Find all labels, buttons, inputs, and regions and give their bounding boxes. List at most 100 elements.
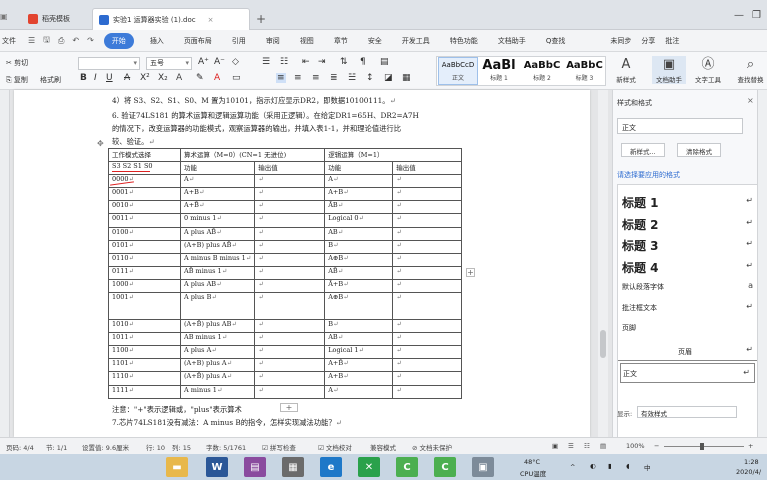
table-cell[interactable]: B↵	[324, 319, 394, 334]
shrink-font-icon[interactable]: A⁻	[214, 57, 225, 67]
web-layout-icon[interactable]: ☰	[568, 442, 574, 450]
doc-helper-button[interactable]: ▣ 文档助手	[652, 56, 686, 84]
table-cell[interactable]: A↵	[179, 174, 256, 189]
volume-icon[interactable]: ◖	[626, 462, 629, 470]
table-cell[interactable]: S3 S2 S1 S0	[108, 161, 181, 176]
table-cell[interactable]: 功能	[324, 161, 394, 176]
tab-document[interactable]: 实验1 运算器实验 (1).doc ×	[92, 8, 250, 30]
zoom-level[interactable]: 100%	[626, 442, 645, 450]
page-indicator[interactable]: 页码: 4/4	[6, 442, 34, 452]
bullets-icon[interactable]: ☰	[262, 57, 270, 67]
style-list-item[interactable]: 标题 2 ↵	[618, 213, 757, 233]
table-cell[interactable]: ↵	[392, 174, 463, 189]
table-cell[interactable]: ↵	[254, 226, 326, 241]
table-cell[interactable]: B↵	[324, 239, 394, 254]
table-cell[interactable]: 0110↵	[108, 252, 181, 267]
table-cell[interactable]: ↵	[392, 200, 463, 215]
zoom-in-icon[interactable]: +	[748, 442, 753, 450]
table-cell[interactable]: 0001↵	[108, 187, 181, 202]
print-icon[interactable]: ⎙	[54, 36, 68, 46]
table-cell[interactable]: ↵	[392, 278, 463, 294]
tray-expand-icon[interactable]: ^	[570, 463, 575, 471]
file-menu[interactable]: 文件	[0, 36, 24, 46]
table-cell[interactable]: A↵	[324, 174, 394, 189]
table-cell[interactable]: ↵	[392, 252, 463, 267]
text-tools-button[interactable]: Ⓐ 文字工具	[690, 56, 726, 84]
table-cell[interactable]: Logical 0↵	[324, 213, 394, 228]
internet-explorer-icon[interactable]: e	[320, 457, 342, 477]
table-cell[interactable]: ↵	[254, 187, 326, 202]
distributed-icon[interactable]: ☱	[348, 73, 356, 83]
table-cell[interactable]: 1010↵	[108, 319, 181, 334]
format-painter-button[interactable]: 格式刷	[40, 75, 61, 85]
zoom-slider[interactable]	[664, 446, 744, 447]
table-cell[interactable]: ↵	[254, 384, 326, 399]
table-cell[interactable]: 算术运算（M=0）(CN=1 无进位)	[179, 147, 326, 163]
comment-button[interactable]: 批注	[660, 36, 684, 46]
table-cell[interactable]: 1100↵	[108, 345, 181, 360]
table-cell[interactable]: A⊕B↵	[324, 292, 394, 321]
table-cell[interactable]: AB↵	[324, 332, 394, 347]
redo-icon[interactable]: ↷	[83, 36, 98, 45]
table-cell[interactable]: ↵	[254, 319, 326, 334]
green-app-icon-2[interactable]: C	[434, 457, 456, 477]
table-cell[interactable]: 输出值	[392, 161, 463, 176]
table-cell[interactable]: 0100↵	[108, 226, 181, 241]
undo-icon[interactable]: ↶	[68, 36, 83, 45]
menu-developer[interactable]: 开发工具	[392, 36, 440, 46]
table-cell[interactable]: 1000↵	[108, 278, 181, 294]
table-cell[interactable]: (A+B) plus A↵	[179, 358, 256, 373]
table-cell[interactable]: (A+B) plus AB̄↵	[179, 239, 256, 254]
table-cell[interactable]: ↵	[254, 239, 326, 254]
table-cell[interactable]: ↵	[392, 358, 463, 373]
ime-icon[interactable]: 中	[644, 462, 651, 472]
copy-button[interactable]: ⎘ 复制	[6, 75, 28, 85]
table-cell[interactable]: 1101↵	[108, 358, 181, 373]
style-list-item[interactable]: 页脚	[618, 319, 757, 337]
table-cell[interactable]: AB̄↵	[324, 265, 394, 280]
winrar-icon[interactable]: ▤	[244, 457, 266, 477]
style-heading-3[interactable]: AaBbC 标题 3	[564, 58, 605, 84]
doc-check-button[interactable]: ☑ 文档校对	[318, 442, 352, 452]
film-app-icon[interactable]: ▦	[282, 457, 304, 477]
green-app-icon[interactable]: C	[396, 457, 418, 477]
show-marks-icon[interactable]: ¶	[360, 57, 366, 67]
border-icon[interactable]: ▦	[402, 73, 411, 83]
menu-insert[interactable]: 插入	[140, 36, 174, 46]
menu-home[interactable]: 开始	[103, 32, 134, 49]
subscript-icon[interactable]: X₂	[158, 73, 168, 83]
table-cell[interactable]: ↵	[254, 213, 326, 228]
table-cell[interactable]: 0 minus 1↵	[179, 213, 256, 228]
menu-features[interactable]: 特色功能	[440, 36, 488, 46]
table-cell[interactable]: ↵	[392, 239, 463, 254]
table-cell[interactable]: 1001↵	[108, 292, 181, 321]
table-cell[interactable]: 0111↵	[108, 265, 181, 280]
table-cell[interactable]: A+B̄↵	[179, 200, 256, 215]
cut-button[interactable]: ✂ 剪切	[6, 58, 28, 68]
table-cell[interactable]: ↵	[392, 345, 463, 360]
pane-new-style-button[interactable]: 新样式...	[621, 143, 665, 157]
font-color-icon[interactable]: A	[214, 73, 220, 83]
table-cell[interactable]: (A+B̄) plus AB↵	[179, 319, 256, 334]
pane-close-icon[interactable]: ×	[747, 96, 754, 105]
find-replace-button[interactable]: ⌕ 查找替换	[734, 56, 767, 84]
table-cell[interactable]: A plus AB↵	[179, 278, 256, 294]
unprotected-button[interactable]: ⊘ 文档未保护	[412, 442, 452, 452]
style-list-item[interactable]: 默认段落字体 a	[618, 278, 757, 296]
table-cell[interactable]: A plus A↵	[179, 345, 256, 360]
word-app-icon[interactable]: W	[206, 457, 228, 477]
underline-icon[interactable]: U	[106, 73, 113, 83]
table-cell[interactable]: ↵	[392, 265, 463, 280]
font-size-select[interactable]: 五号	[146, 57, 192, 70]
system-app-icon[interactable]: ▣	[472, 457, 494, 477]
sort-icon[interactable]: ⇅	[340, 57, 348, 67]
char-border-icon[interactable]: ▭	[232, 73, 241, 83]
style-list-item[interactable]: 正文 ↵	[620, 363, 755, 383]
save-icon[interactable]: 🖫	[39, 34, 54, 48]
table-cell[interactable]: AB̄ minus 1↵	[179, 265, 256, 280]
style-heading-1[interactable]: AaBl 标题 1	[478, 58, 520, 84]
highlight-icon[interactable]: ✎	[196, 73, 204, 83]
zoom-slider-thumb[interactable]	[700, 443, 704, 450]
table-cell[interactable]: ↵	[254, 278, 326, 294]
table-cell[interactable]: ↵	[254, 358, 326, 373]
